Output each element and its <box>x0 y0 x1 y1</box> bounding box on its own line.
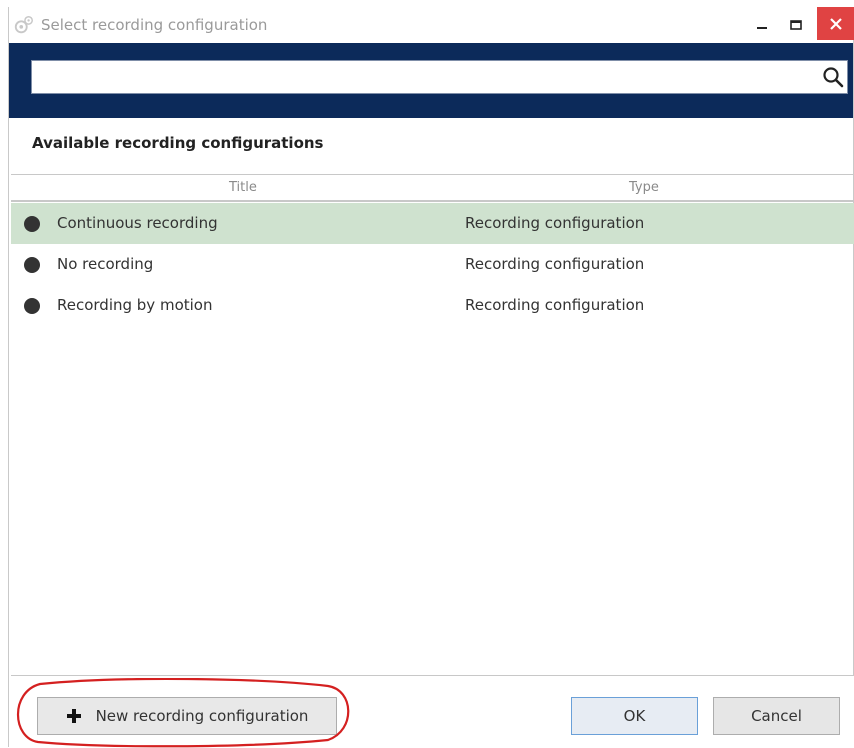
row-type: Recording configuration <box>465 296 645 314</box>
row-type: Recording configuration <box>465 214 645 232</box>
minimize-button[interactable] <box>745 7 779 43</box>
table-row[interactable]: No recording Recording configuration <box>11 244 854 285</box>
row-title: No recording <box>57 255 154 273</box>
row-title: Recording by motion <box>57 296 213 314</box>
minimize-icon <box>757 27 767 29</box>
search-box[interactable] <box>31 60 848 94</box>
close-icon <box>830 17 842 30</box>
column-header-type[interactable]: Type <box>629 180 659 195</box>
new-configuration-label: New recording configuration <box>95 707 309 725</box>
search-input[interactable] <box>38 64 812 92</box>
cancel-button[interactable]: Cancel <box>713 697 840 735</box>
table-row[interactable]: Recording by motion Recording configurat… <box>11 285 854 326</box>
maximize-icon <box>790 20 802 30</box>
search-icon[interactable] <box>821 65 845 89</box>
column-header-title[interactable]: Title <box>229 180 257 195</box>
search-band <box>9 43 853 118</box>
title-bar[interactable]: Select recording configuration <box>9 7 854 43</box>
row-title: Continuous recording <box>57 214 218 232</box>
configuration-list: Continuous recording Recording configura… <box>11 203 854 326</box>
row-type: Recording configuration <box>465 255 645 273</box>
new-configuration-button[interactable]: New recording configuration <box>37 697 337 735</box>
table-row[interactable]: Continuous recording Recording configura… <box>11 203 854 244</box>
section-title: Available recording configurations <box>32 134 324 152</box>
maximize-button[interactable] <box>779 7 813 43</box>
window-title: Select recording configuration <box>41 16 268 34</box>
dialog-footer: New recording configuration OK Cancel <box>11 675 854 748</box>
plus-icon <box>66 709 81 723</box>
gear-icon <box>14 16 33 34</box>
status-dot-icon <box>24 298 40 314</box>
status-dot-icon <box>24 216 40 232</box>
close-button[interactable] <box>817 7 854 40</box>
status-dot-icon <box>24 257 40 273</box>
ok-button[interactable]: OK <box>571 697 698 735</box>
table-header: Title Type <box>11 174 854 202</box>
dialog-window: Select recording configuration Available… <box>8 7 854 748</box>
